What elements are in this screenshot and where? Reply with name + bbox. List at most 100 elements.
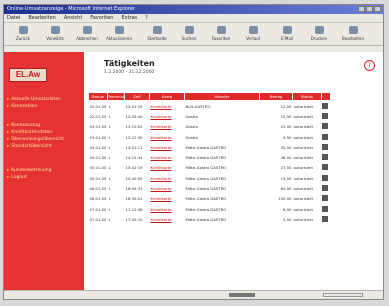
table-cell[interactable]: autorisiert xyxy=(292,142,321,152)
table-cell[interactable] xyxy=(321,111,330,121)
table-cell[interactable] xyxy=(321,132,330,142)
sidebar-nav-item[interactable]: ▸ Kreditkartendaten xyxy=(7,129,64,136)
sidebar-nav-item[interactable]: ▸ Standortübersicht xyxy=(7,143,64,150)
table-cell[interactable]: autorisiert xyxy=(292,163,321,173)
document-icon[interactable] xyxy=(322,174,329,181)
toolbar-button[interactable]: Startseite xyxy=(142,25,172,43)
document-icon[interactable] xyxy=(322,143,329,150)
menu-item[interactable]: Favoriten xyxy=(90,15,113,21)
close-icon[interactable] xyxy=(374,6,381,12)
document-icon[interactable] xyxy=(322,205,329,212)
table-cell[interactable]: autorisiert xyxy=(292,183,321,193)
toolbar-button-label: E-Mail xyxy=(280,36,294,41)
table-cell[interactable] xyxy=(321,142,330,152)
table-cell[interactable]: Kreditkarte xyxy=(149,132,184,142)
table-cell[interactable]: Kreditkarte xyxy=(149,183,184,193)
document-icon[interactable] xyxy=(322,215,329,222)
table-cell[interactable] xyxy=(321,101,330,112)
toolbar-button[interactable]: Vorwärts xyxy=(40,25,70,43)
document-icon[interactable] xyxy=(322,133,329,140)
minimize-icon[interactable] xyxy=(358,6,365,12)
menu-item[interactable]: Datei xyxy=(7,15,20,21)
table-cell[interactable]: Kreditkarte xyxy=(149,152,184,162)
table-cell[interactable]: Kreditkarte xyxy=(149,214,184,224)
table-row: 07.01.00 1 17:12:48 Kreditkarte Mitte-Gastro… xyxy=(89,204,331,214)
help-icon[interactable]: ? xyxy=(364,60,375,71)
column-header[interactable]: Datum xyxy=(88,92,108,101)
bullet-icon: ▸ xyxy=(7,97,10,102)
table-cell[interactable]: autorisiert xyxy=(292,173,321,183)
table-cell[interactable]: autorisiert xyxy=(292,152,321,162)
table-cell[interactable]: Kreditkarte xyxy=(149,173,184,183)
table-row: 04.01.00 1 14:01:11 Kreditkarte Mitte-Gastro… xyxy=(89,142,331,152)
toolbar-button[interactable]: E-Mail xyxy=(272,25,302,43)
sidebar-nav-item[interactable]: ▸ Kennzahlen xyxy=(7,103,61,110)
table-cell[interactable] xyxy=(321,173,330,183)
toolbar-button[interactable]: Abbrechen xyxy=(72,25,102,43)
toolbar-button[interactable]: Suchen xyxy=(174,25,204,43)
document-icon[interactable] xyxy=(322,195,329,202)
column-header[interactable]: Terminal xyxy=(106,92,125,101)
sidebar-nav-item[interactable]: ▸ Kontoauszug xyxy=(7,122,64,129)
sidebar-nav-item[interactable]: ▸ Logout xyxy=(7,174,52,181)
sidebar-nav-item[interactable]: ▸ Aktuelle Umsatzdaten xyxy=(7,96,61,103)
table-cell[interactable]: autorisiert xyxy=(292,101,321,112)
table-cell[interactable]: Kreditkarte xyxy=(149,101,184,112)
table-cell: 23,00 xyxy=(280,124,292,130)
menu-item[interactable]: Bearbeiten xyxy=(28,15,55,21)
table-cell[interactable]: Kreditkarte xyxy=(149,163,184,173)
table-cell[interactable]: autorisiert xyxy=(292,214,321,224)
toolbar-button[interactable]: Zurück xyxy=(8,25,38,43)
column-header[interactable]: Betrag xyxy=(258,92,293,101)
table-cell: 1 xyxy=(108,134,111,140)
document-icon[interactable] xyxy=(322,112,329,119)
back-arrow-icon xyxy=(18,26,28,34)
table-cell[interactable] xyxy=(321,214,330,224)
table-cell[interactable] xyxy=(321,194,330,204)
table-cell[interactable]: autorisiert xyxy=(292,204,321,214)
document-icon[interactable] xyxy=(322,123,329,130)
table-cell[interactable]: autorisiert xyxy=(292,122,321,132)
table-cell: 5,00 xyxy=(283,216,292,222)
table-cell: 06.01.00 xyxy=(89,196,107,202)
table-cell: 13:22:30 xyxy=(125,134,143,140)
maximize-icon[interactable] xyxy=(366,6,373,12)
table-cell[interactable] xyxy=(321,122,330,132)
table-cell[interactable] xyxy=(321,204,330,214)
document-icon[interactable] xyxy=(322,154,329,161)
progress-indicator xyxy=(323,293,363,297)
table-cell[interactable]: autorisiert xyxy=(292,111,321,121)
document-icon[interactable] xyxy=(322,185,329,192)
table-cell[interactable]: Kreditkarte xyxy=(149,122,184,132)
toolbar-button[interactable]: Favoriten xyxy=(206,25,236,43)
column-header[interactable] xyxy=(320,92,331,101)
toolbar-button[interactable]: Aktualisieren xyxy=(104,25,134,43)
table-cell[interactable]: autorisiert xyxy=(292,194,321,204)
toolbar-button[interactable]: Bearbeiten xyxy=(338,25,368,43)
menu-item[interactable]: ? xyxy=(145,15,148,21)
column-header[interactable]: Händler xyxy=(183,92,260,101)
document-icon[interactable] xyxy=(322,164,329,171)
sidebar-nav-item[interactable]: ▸ Kundenbetreuung xyxy=(7,167,52,174)
bullet-icon: ▸ xyxy=(7,104,10,109)
bullet-icon: ▸ xyxy=(7,123,10,128)
sidebar-nav-item[interactable]: ▸ Überweisungsübersicht xyxy=(7,136,64,143)
table-cell[interactable]: Kreditkarte xyxy=(149,142,184,152)
table-cell[interactable]: Kreditkarte xyxy=(149,111,184,121)
table-cell[interactable]: autorisiert xyxy=(292,132,321,142)
table-cell[interactable] xyxy=(321,183,330,193)
document-icon[interactable] xyxy=(322,102,329,109)
table-cell[interactable]: Kreditkarte xyxy=(149,194,184,204)
column-header[interactable]: Karte xyxy=(148,92,185,101)
stop-icon xyxy=(82,26,92,34)
menu-item[interactable]: Extras xyxy=(121,15,137,21)
table-cell[interactable] xyxy=(321,163,330,173)
menu-item[interactable]: Ansicht xyxy=(64,15,82,21)
table-cell[interactable]: Kreditkarte xyxy=(149,204,184,214)
toolbar-button[interactable]: Verlauf xyxy=(238,25,268,43)
table-cell: 48,00 xyxy=(280,155,292,161)
column-header[interactable]: Zeit xyxy=(123,92,150,101)
column-header[interactable]: Status xyxy=(291,92,322,101)
table-cell[interactable] xyxy=(321,152,330,162)
toolbar-button[interactable]: Drucken xyxy=(304,25,334,43)
